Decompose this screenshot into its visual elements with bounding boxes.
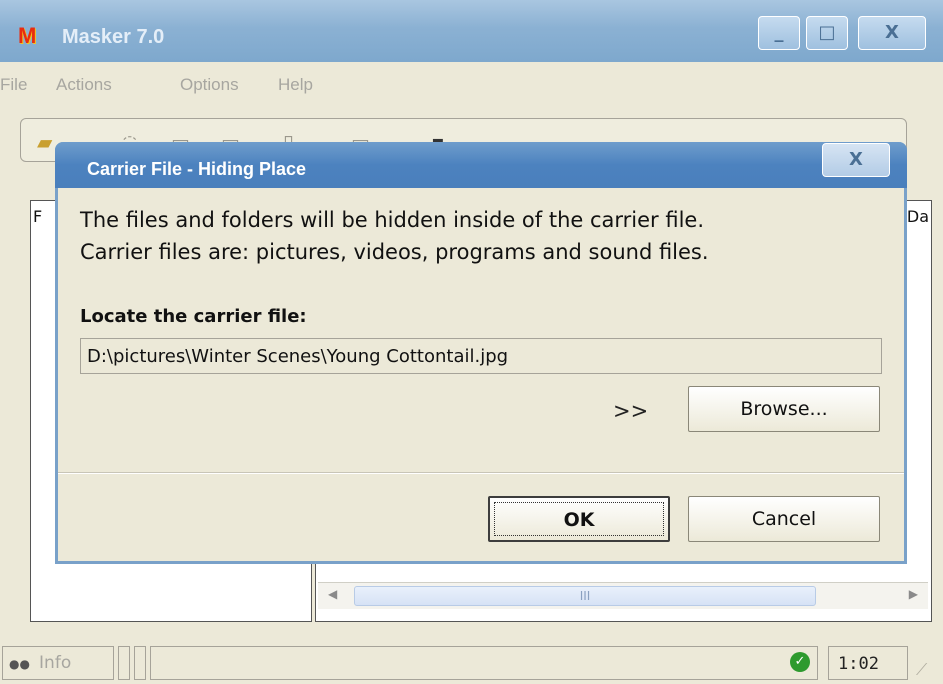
menu-actions[interactable]: Actions — [56, 75, 112, 95]
close-button[interactable]: X — [858, 16, 926, 50]
arrows-label: >> — [613, 399, 649, 423]
status-divider-2 — [134, 646, 146, 680]
menu-help[interactable]: Help — [278, 75, 313, 95]
maximize-icon: □ — [818, 22, 836, 43]
status-divider-1 — [118, 646, 130, 680]
open-folder-icon[interactable]: ▰ — [37, 131, 52, 153]
scroll-right-icon[interactable]: ▶ — [909, 587, 918, 601]
horizontal-scrollbar[interactable]: ◀ III ▶ — [318, 582, 928, 609]
menu-options[interactable]: Options — [180, 75, 239, 95]
dialog-title: Carrier File - Hiding Place — [87, 159, 307, 179]
resize-grip-icon[interactable]: ⟋ — [916, 660, 927, 680]
status-bar: ●● Info ✓ — [0, 638, 943, 684]
right-panel-header: Da — [906, 207, 929, 226]
dialog-divider — [58, 472, 904, 474]
close-icon: X — [849, 149, 863, 170]
main-title-bar[interactable]: M Masker 7.0 _ □ X — [0, 0, 943, 62]
ok-button[interactable]: OK — [488, 496, 670, 542]
carrier-file-dialog: Carrier File - Hiding Place X The files … — [55, 142, 907, 564]
status-message-field — [150, 646, 818, 680]
close-icon: X — [885, 22, 899, 43]
menu-bar: File Actions Options Help — [0, 62, 943, 108]
description-line-1: The files and folders will be hidden ins… — [80, 208, 705, 232]
minimize-button[interactable]: _ — [758, 16, 800, 50]
scroll-thumb[interactable]: III — [354, 586, 816, 606]
dialog-title-bar[interactable]: Carrier File - Hiding Place X — [55, 142, 907, 188]
left-panel-header: F — [33, 207, 43, 226]
dialog-close-button[interactable]: X — [822, 143, 890, 177]
info-label: Info — [39, 653, 72, 673]
minimize-icon: _ — [774, 22, 784, 43]
locate-carrier-label: Locate the carrier file: — [80, 306, 307, 327]
maximize-button[interactable]: □ — [806, 16, 848, 50]
description-line-2: Carrier files are: pictures, videos, pro… — [80, 240, 709, 264]
focus-rectangle — [494, 502, 664, 536]
check-icon: ✓ — [790, 652, 810, 672]
time-value: 1:02 — [838, 654, 879, 674]
main-window-title: Masker 7.0 — [62, 26, 165, 48]
dialog-description: The files and folders will be hidden ins… — [80, 204, 900, 268]
info-icon: ●● — [9, 657, 30, 671]
scroll-left-icon[interactable]: ◀ — [328, 587, 337, 601]
browse-button[interactable]: Browse... — [688, 386, 880, 432]
info-panel[interactable]: ●● Info — [2, 646, 114, 680]
masker-app-icon: M — [18, 23, 37, 48]
cancel-button[interactable]: Cancel — [688, 496, 880, 542]
scroll-thumb-grip: III — [579, 589, 591, 603]
menu-file[interactable]: File — [0, 75, 27, 95]
carrier-path-input[interactable] — [80, 338, 882, 374]
